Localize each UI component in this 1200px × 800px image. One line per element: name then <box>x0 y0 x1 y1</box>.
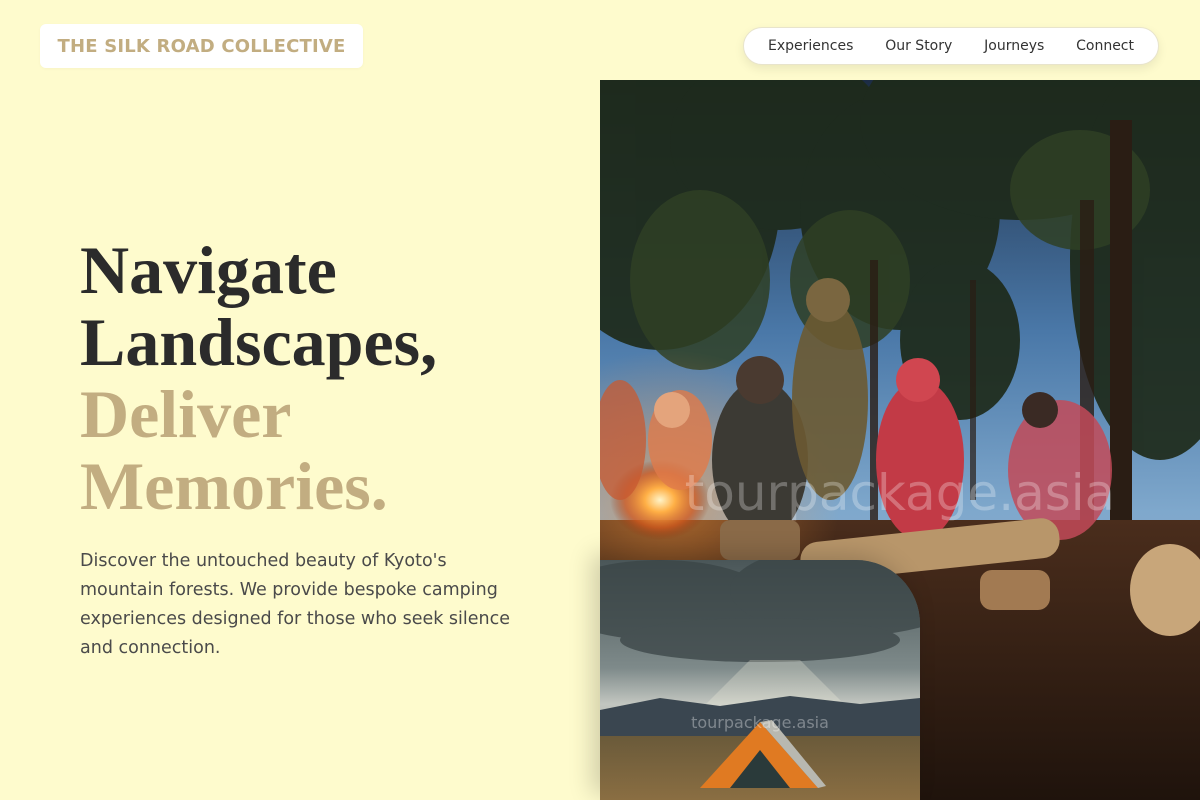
hero-lead-paragraph: Discover the untouched beauty of Kyoto's… <box>80 551 511 658</box>
nav-item-connect[interactable]: Connect <box>1076 38 1134 54</box>
nav-item-journeys[interactable]: Journeys <box>984 38 1044 54</box>
brand-logo[interactable]: THE SILK ROAD COLLECTIVE <box>40 24 363 68</box>
brand-name: THE SILK ROAD COLLECTIVE <box>57 35 346 57</box>
headline-line-3: Deliver <box>80 376 292 452</box>
main-nav: Experiences Our Story Journeys Connect <box>743 27 1159 65</box>
headline-line-1: Navigate <box>80 232 337 308</box>
nav-item-our-story[interactable]: Our Story <box>885 38 952 54</box>
hero-image-watermark: tourpackage.asia <box>685 464 1116 522</box>
headline-line-4: Memories. <box>80 448 388 524</box>
nav-item-experiences[interactable]: Experiences <box>768 38 853 54</box>
hero-headline: Navigate Landscapes, Deliver Memories. <box>80 234 437 522</box>
inset-image-watermark: tourpackage.asia <box>691 713 829 732</box>
inset-tent-image: tourpackage.asia <box>600 560 920 800</box>
headline-line-2: Landscapes, <box>80 304 438 380</box>
